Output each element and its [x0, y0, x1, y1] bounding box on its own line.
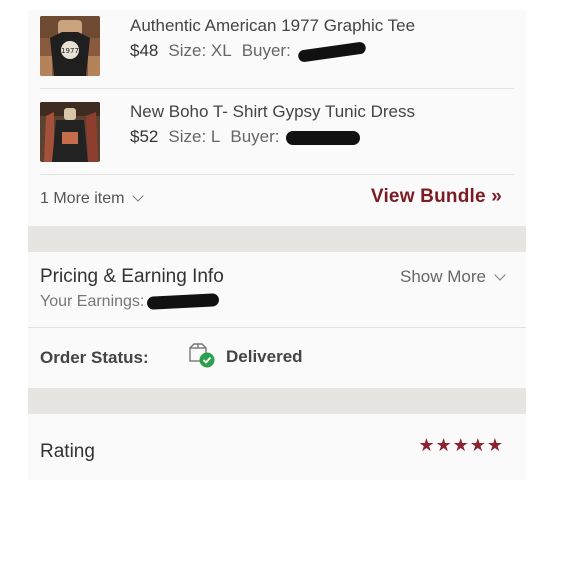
- redaction-mark: [146, 293, 220, 311]
- pricing-title: Pricing & Earning Info: [40, 266, 224, 287]
- section-separator: [28, 388, 526, 414]
- list-item[interactable]: New Boho T- Shirt Gypsy Tunic Dress $52 S…: [40, 96, 514, 174]
- svg-text:1977: 1977: [61, 47, 79, 55]
- divider: [40, 88, 514, 89]
- divider: [28, 327, 526, 328]
- redaction-mark: [297, 40, 367, 63]
- more-items-toggle[interactable]: 1 More item: [40, 190, 145, 208]
- view-bundle-link[interactable]: View Bundle »: [371, 186, 502, 208]
- item-title[interactable]: New Boho T- Shirt Gypsy Tunic Dress: [130, 102, 415, 122]
- rating-stars: ★★★★★: [418, 435, 504, 455]
- item-price: $48: [130, 41, 159, 60]
- order-status-label: Order Status:: [40, 348, 149, 367]
- item-size: Size: L: [168, 127, 221, 146]
- buyer-label: Buyer:: [230, 127, 280, 146]
- section-separator: [28, 226, 526, 252]
- item-thumbnail[interactable]: 1977: [40, 16, 100, 76]
- earnings-row: Your Earnings:: [40, 293, 220, 311]
- item-meta: $48 Size: XL Buyer:: [130, 40, 367, 63]
- show-more-label: Show More: [400, 267, 486, 286]
- chevron-down-icon: [494, 269, 506, 281]
- list-item[interactable]: 1977 Authentic American 1977 Graphic Tee…: [40, 10, 514, 88]
- redaction-mark: [286, 130, 361, 145]
- item-title[interactable]: Authentic American 1977 Graphic Tee: [130, 16, 415, 36]
- divider: [40, 174, 514, 175]
- show-more-toggle[interactable]: Show More: [400, 267, 506, 287]
- delivered-box-icon: [188, 343, 216, 369]
- earnings-label: Your Earnings:: [40, 293, 145, 310]
- item-meta: $52 Size: L Buyer:: [130, 127, 361, 147]
- item-thumbnail[interactable]: [40, 102, 100, 162]
- chevron-down-icon: [132, 190, 145, 202]
- item-size: Size: XL: [168, 41, 232, 60]
- buyer-label: Buyer:: [241, 41, 291, 60]
- rating-label: Rating: [40, 441, 95, 462]
- order-status-value: Delivered: [226, 347, 303, 366]
- more-items-label: 1 More item: [40, 190, 125, 207]
- item-price: $52: [130, 127, 159, 146]
